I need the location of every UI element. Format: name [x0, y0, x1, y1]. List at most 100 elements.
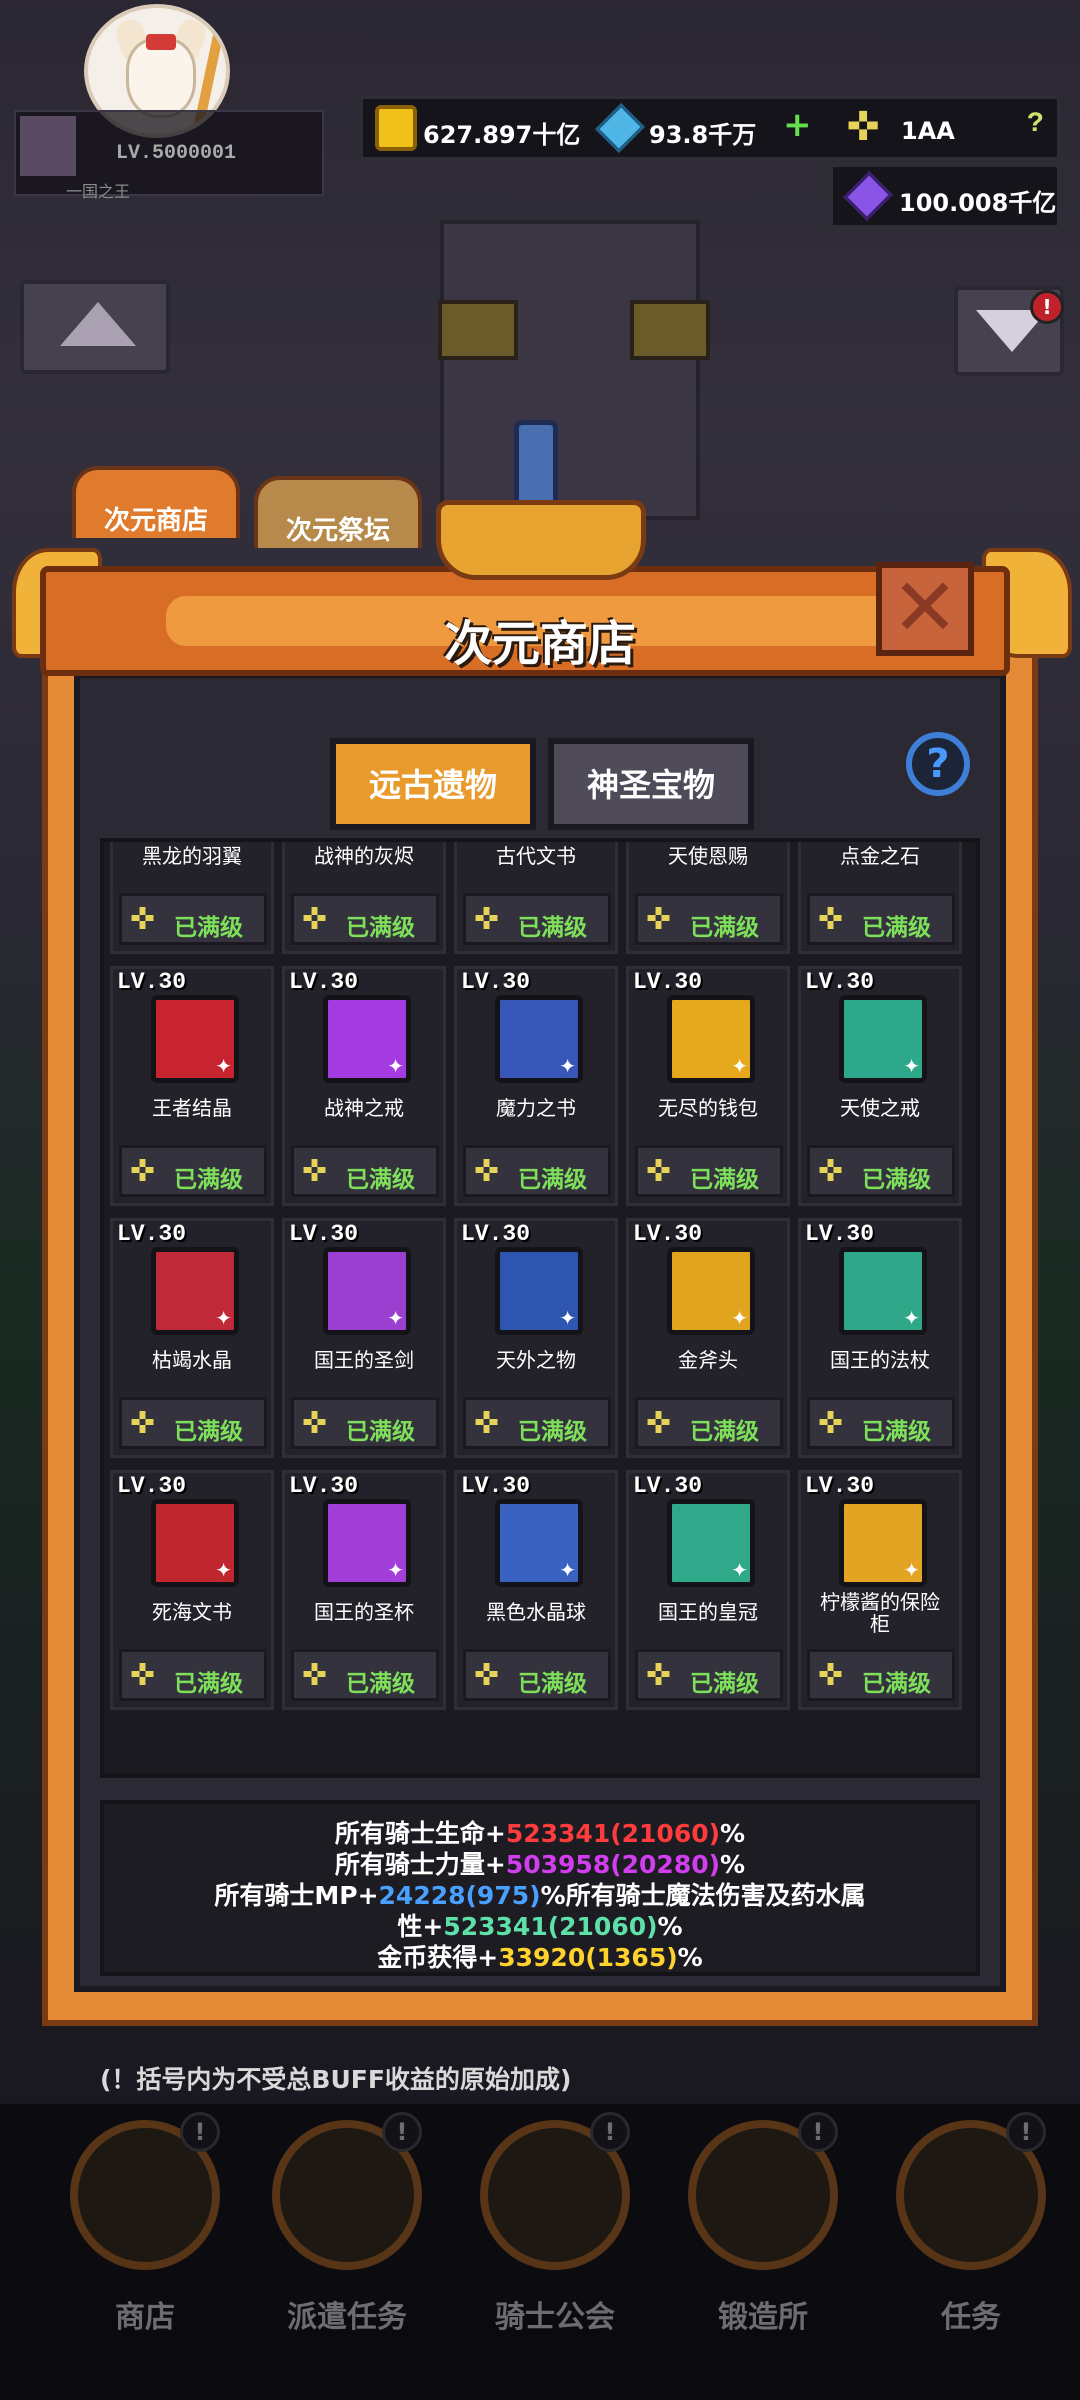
relic-level: LV.30 — [461, 1221, 531, 1247]
purple-crystal-icon — [843, 171, 893, 221]
relic-cell[interactable]: LV.30 黑色水晶球 ✜ 已满级 — [454, 1470, 618, 1710]
diamond-icon — [595, 103, 645, 153]
star-cross-icon: ✜ — [302, 1406, 328, 1441]
nav-guild[interactable]: ! 骑士公会 — [440, 2112, 640, 2390]
relic-cell[interactable]: LV.30 国王的皇冠 ✜ 已满级 — [626, 1470, 790, 1710]
star-cross-icon: ✜ — [302, 1154, 328, 1189]
max-level-button[interactable]: ✜ 已满级 — [463, 893, 611, 945]
nav-anvil[interactable]: ! 锻造所 — [648, 2112, 848, 2390]
max-level-label: 已满级 — [690, 1419, 759, 1445]
scroll-up-button[interactable] — [20, 280, 170, 374]
nav-quest[interactable]: ! 任务 — [856, 2112, 1056, 2390]
help-button[interactable]: ? — [906, 732, 970, 796]
alert-badge-icon: ! — [798, 2112, 838, 2152]
relic-name: 天外之物 — [496, 1348, 576, 1372]
star-cross-icon: ✜ — [130, 1154, 156, 1189]
relic-cell[interactable]: LV.30 王者结晶 ✜ 已满级 — [110, 966, 274, 1206]
star-cross-icon: ✜ — [130, 1406, 156, 1441]
relic-level: LV.30 — [117, 1221, 187, 1247]
max-level-label: 已满级 — [174, 1671, 243, 1697]
relic-cell[interactable]: LV.30 柠檬酱的保险柜 ✜ 已满级 — [798, 1470, 962, 1710]
max-level-button[interactable]: ✜ 已满级 — [463, 1397, 611, 1449]
max-level-label: 已满级 — [174, 1167, 243, 1193]
tab-holy-treasures[interactable]: 神圣宝物 — [548, 738, 754, 830]
max-level-button[interactable]: ✜ 已满级 — [635, 1649, 783, 1701]
relic-cell[interactable]: 点金之石 ✜ 已满级 — [798, 842, 962, 954]
nav-shop[interactable]: ! 商店 — [30, 2112, 230, 2390]
relic-icon — [839, 995, 927, 1083]
max-level-button[interactable]: ✜ 已满级 — [119, 1145, 267, 1197]
relic-level: LV.30 — [289, 1221, 359, 1247]
alert-badge-icon: ! — [590, 2112, 630, 2152]
max-level-label: 已满级 — [346, 1671, 415, 1697]
max-level-button[interactable]: ✜ 已满级 — [119, 1397, 267, 1449]
relic-name: 国王的圣剑 — [314, 1348, 414, 1372]
panel-title: 次元商店 — [443, 616, 636, 672]
max-level-button[interactable]: ✜ 已满级 — [463, 1145, 611, 1197]
max-level-button[interactable]: ✜ 已满级 — [635, 1145, 783, 1197]
crystal-amount: 100.008千亿 — [899, 189, 1057, 217]
relic-icon — [495, 1247, 583, 1335]
relic-name: 黑龙的羽翼 — [142, 844, 242, 868]
relic-cell[interactable]: LV.30 国王的圣剑 ✜ 已满级 — [282, 1218, 446, 1458]
max-level-button[interactable]: ✜ 已满级 — [807, 1145, 955, 1197]
relic-cell[interactable]: 战神的灰烬 ✜ 已满级 — [282, 842, 446, 954]
relic-cell[interactable]: LV.30 死海文书 ✜ 已满级 — [110, 1470, 274, 1710]
star-cross-icon: ✜ — [474, 1658, 500, 1693]
alert-badge-icon: ! — [1006, 2112, 1046, 2152]
max-level-label: 已满级 — [690, 1167, 759, 1193]
relic-cell[interactable]: LV.30 金斧头 ✜ 已满级 — [626, 1218, 790, 1458]
max-level-button[interactable]: ✜ 已满级 — [807, 893, 955, 945]
nav-dispatch[interactable]: ! 派遣任务 — [232, 2112, 432, 2390]
close-button[interactable]: ✕ — [876, 562, 974, 656]
max-level-button[interactable]: ✜ 已满级 — [291, 1145, 439, 1197]
max-level-label: 已满级 — [346, 915, 415, 941]
star-cross-icon: ✜ — [818, 1406, 844, 1441]
nav-label: 派遣任务 — [287, 2300, 407, 2335]
stat-line-gold: 金币获得+33920(1365)% — [377, 1943, 703, 1972]
relic-cell[interactable]: LV.30 战神之戒 ✜ 已满级 — [282, 966, 446, 1206]
relic-level: LV.30 — [633, 1221, 703, 1247]
max-level-button[interactable]: ✜ 已满级 — [119, 1649, 267, 1701]
max-level-button[interactable]: ✜ 已满级 — [291, 1397, 439, 1449]
relic-cell[interactable]: 古代文书 ✜ 已满级 — [454, 842, 618, 954]
tab-dimension-altar[interactable]: 次元祭坛 — [254, 476, 422, 548]
max-level-button[interactable]: ✜ 已满级 — [807, 1397, 955, 1449]
relic-cell[interactable]: LV.30 枯竭水晶 ✜ 已满级 — [110, 1218, 274, 1458]
relic-name: 魔力之书 — [496, 1096, 576, 1120]
max-level-button[interactable]: ✜ 已满级 — [291, 893, 439, 945]
max-level-button[interactable]: ✜ 已满级 — [807, 1649, 955, 1701]
star-cross-icon: ✜ — [646, 1658, 672, 1693]
star-help-icon[interactable]: ? — [1027, 109, 1044, 140]
castle-window — [630, 300, 710, 360]
relic-icon — [151, 1247, 239, 1335]
relic-cell[interactable]: 天使恩赐 ✜ 已满级 — [626, 842, 790, 954]
max-level-button[interactable]: ✜ 已满级 — [635, 893, 783, 945]
relic-name: 死海文书 — [152, 1600, 232, 1624]
max-level-label: 已满级 — [862, 1671, 931, 1697]
relic-cell[interactable]: LV.30 国王的圣杯 ✜ 已满级 — [282, 1470, 446, 1710]
relic-grid[interactable]: 黑龙的羽翼 ✜ 已满级 战神的灰烬 ✜ 已满级 古代文书 ✜ 已满级 天使恩赐 ✜ 已满级 点金… — [100, 838, 980, 1778]
relic-cell[interactable]: LV.30 天使之戒 ✜ 已满级 — [798, 966, 962, 1206]
max-level-label: 已满级 — [518, 1671, 587, 1697]
star-cross-icon: ✜ — [818, 1658, 844, 1693]
question-icon: ? — [926, 741, 950, 787]
add-diamond-button[interactable]: + — [783, 105, 812, 145]
max-level-button[interactable]: ✜ 已满级 — [291, 1649, 439, 1701]
max-level-button[interactable]: ✜ 已满级 — [463, 1649, 611, 1701]
max-level-button[interactable]: ✜ 已满级 — [635, 1397, 783, 1449]
alert-badge-icon: ! — [382, 2112, 422, 2152]
tab-dimension-shop[interactable]: 次元商店 — [72, 466, 240, 538]
relic-cell[interactable]: LV.30 天外之物 ✜ 已满级 — [454, 1218, 618, 1458]
relic-cell[interactable]: LV.30 魔力之书 ✜ 已满级 — [454, 966, 618, 1206]
player-level-box[interactable]: LV.5000001 一国之王 — [14, 110, 324, 201]
star-cross-icon: ✜ — [302, 1658, 328, 1693]
relic-level: LV.30 — [633, 1473, 703, 1499]
max-level-label: 已满级 — [690, 915, 759, 941]
relic-cell[interactable]: LV.30 国王的法杖 ✜ 已满级 — [798, 1218, 962, 1458]
relic-cell[interactable]: LV.30 无尽的钱包 ✜ 已满级 — [626, 966, 790, 1206]
relic-cell[interactable]: 黑龙的羽翼 ✜ 已满级 — [110, 842, 274, 954]
tab-ancient-relics[interactable]: 远古遗物 — [330, 738, 536, 830]
player-level: LV.5000001 — [116, 142, 237, 165]
max-level-button[interactable]: ✜ 已满级 — [119, 893, 267, 945]
